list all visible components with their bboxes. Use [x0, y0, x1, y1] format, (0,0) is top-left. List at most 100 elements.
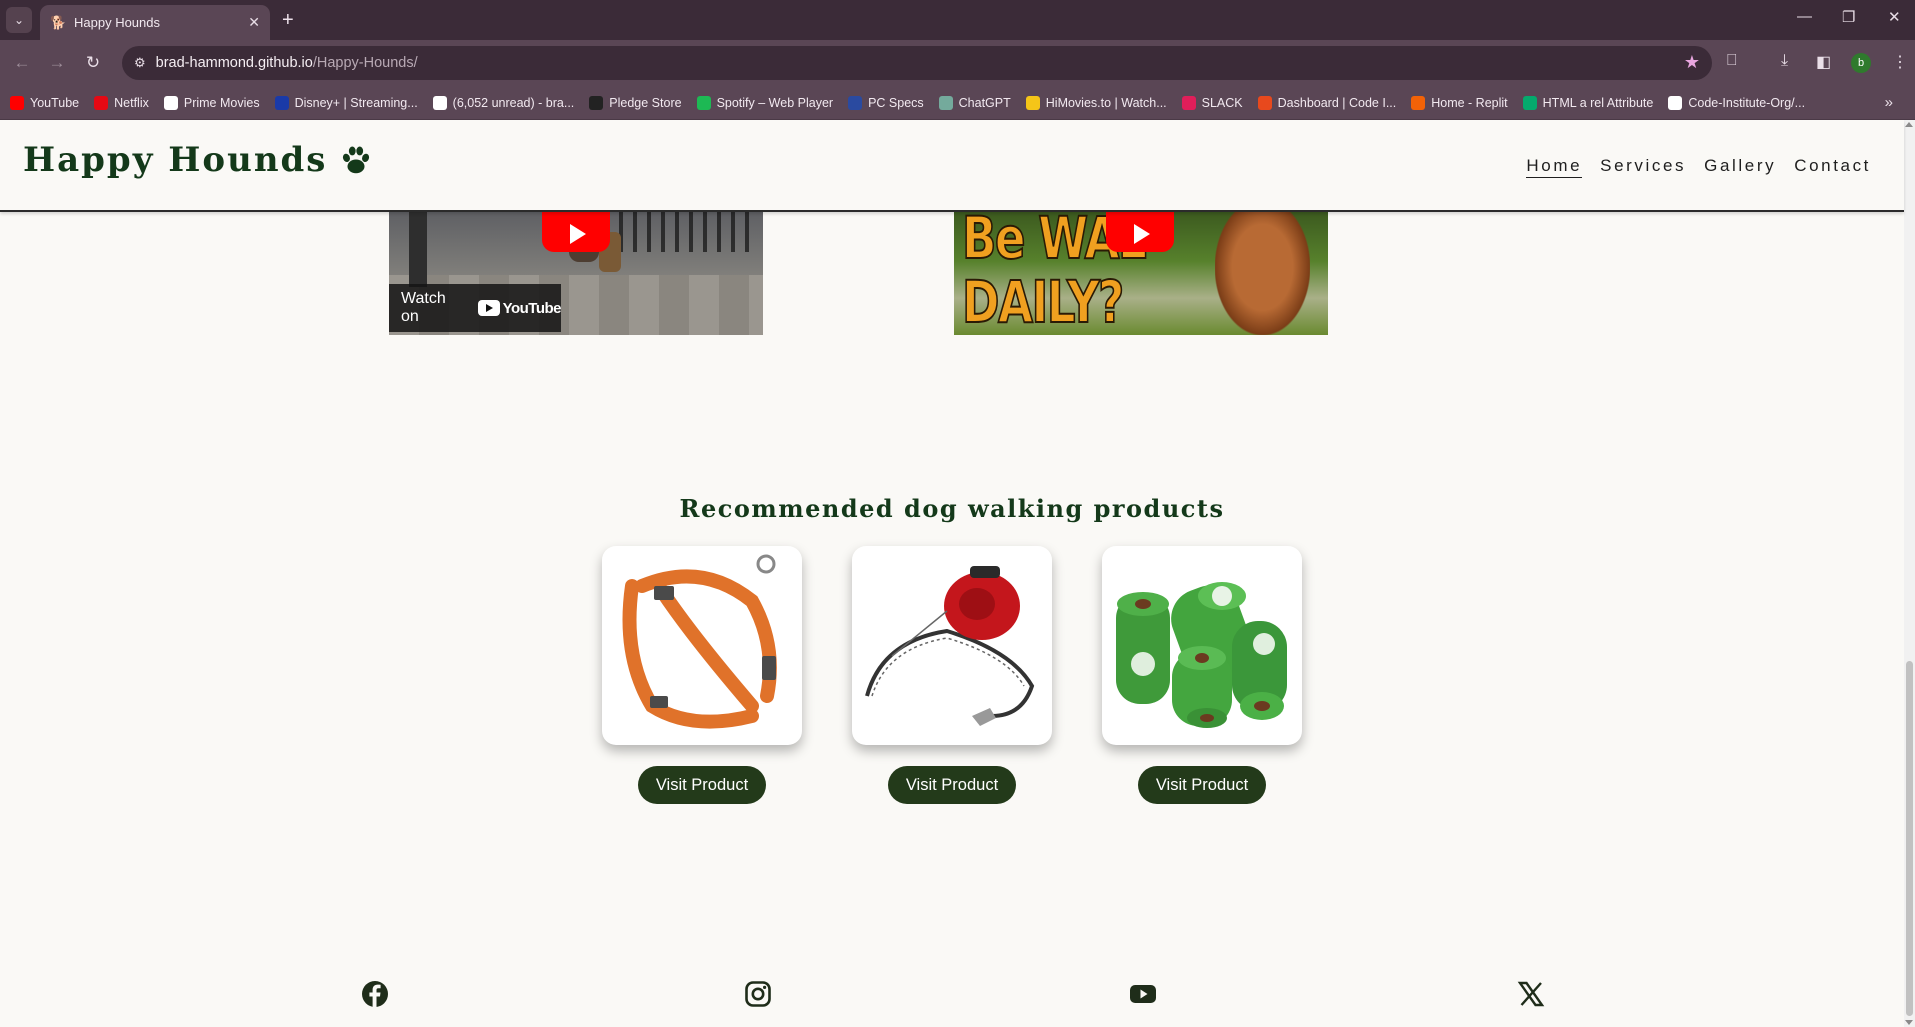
bookmark-favicon-icon — [1257, 95, 1272, 110]
retractable-lead-image — [852, 546, 1052, 745]
products-heading: Recommended dog walking products — [679, 494, 1225, 523]
facebook-icon[interactable] — [361, 980, 389, 1008]
url-host: brad-hammond.github.io — [155, 55, 313, 71]
bookmark-favicon-icon — [10, 95, 24, 110]
bookmark-label: SLACK — [1201, 95, 1243, 110]
bookmark-item[interactable]: Netflix — [94, 95, 149, 110]
bookmark-favicon-icon — [432, 95, 447, 110]
nav-contact[interactable]: Contact — [1794, 156, 1871, 178]
bookmark-item[interactable]: Pledge Store — [589, 95, 682, 110]
bookmark-favicon-icon — [1411, 95, 1426, 110]
bookmark-label: HTML a rel Attribute — [1542, 95, 1654, 110]
bookmark-favicon-icon — [274, 95, 289, 110]
new-tab-plus-icon[interactable]: + — [282, 8, 294, 32]
side-panel-icon[interactable]: ◧ — [1816, 52, 1831, 72]
watch-on-label: Watch on — [401, 290, 446, 325]
visit-product-button[interactable]: Visit Product — [638, 766, 766, 804]
browser-menu-icon[interactable]: ⋮ — [1892, 52, 1908, 72]
play-button-icon[interactable] — [1106, 212, 1174, 252]
scroll-up-icon[interactable] — [1905, 122, 1913, 127]
page-scrollbar[interactable] — [1904, 120, 1915, 1027]
back-arrow-icon[interactable]: ← — [10, 51, 34, 75]
product-card-harness: Visit Product — [602, 546, 802, 804]
bookmark-item[interactable]: ChatGPT — [938, 95, 1011, 110]
bookmark-favicon-icon — [94, 95, 109, 110]
bookmark-label: Netflix — [114, 95, 149, 110]
bookmarks-overflow-icon[interactable]: » — [1885, 94, 1893, 111]
bookmark-favicon-icon — [848, 95, 863, 110]
profile-avatar[interactable]: b — [1851, 53, 1871, 73]
tab-title: Happy Hounds — [74, 15, 160, 30]
nav-gallery[interactable]: Gallery — [1704, 156, 1776, 178]
extensions-puzzle-icon[interactable]: ⎕ — [1727, 52, 1737, 70]
reload-icon[interactable]: ↻ — [81, 51, 105, 75]
bookmark-label: Home - Replit — [1431, 95, 1508, 110]
minimize-icon[interactable]: — — [1797, 8, 1812, 25]
scrollbar-thumb[interactable] — [1906, 661, 1913, 1016]
bookmark-label: Dashboard | Code I... — [1277, 95, 1397, 110]
bookmark-label: ChatGPT — [958, 95, 1011, 110]
url-path: /Happy-Hounds/ — [312, 55, 418, 71]
visit-product-button[interactable]: Visit Product — [1138, 766, 1266, 804]
visit-product-button[interactable]: Visit Product — [888, 766, 1016, 804]
browser-tab[interactable]: 🐕 Happy Hounds ✕ — [40, 5, 270, 40]
site-logo[interactable]: Happy Hounds — [23, 140, 373, 180]
bookmark-label: (6,052 unread) - bra... — [452, 95, 575, 110]
youtube-icon[interactable] — [1129, 980, 1157, 1008]
x-icon[interactable] — [1517, 980, 1545, 1008]
downloads-icon[interactable]: ⤓ — [1781, 52, 1788, 70]
bookmark-item[interactable]: HTML a rel Attribute — [1522, 95, 1654, 110]
bookmark-star-icon[interactable]: ★ — [1684, 52, 1700, 73]
youtube-embed-walk-daily[interactable]: Be WAL DAILY? — [954, 212, 1328, 335]
bookmark-favicon-icon — [1668, 95, 1683, 110]
bookmark-item[interactable]: PC Specs — [848, 95, 924, 110]
bookmark-label: Code-Institute-Org/... — [1688, 95, 1806, 110]
harness-image — [602, 546, 802, 745]
forward-arrow-icon[interactable]: → — [45, 51, 69, 75]
instagram-icon[interactable] — [744, 980, 772, 1008]
scroll-down-icon[interactable] — [1905, 1020, 1913, 1025]
window-close-icon[interactable]: ✕ — [1888, 8, 1901, 26]
paw-icon — [343, 146, 370, 174]
bookmark-label: Spotify – Web Player — [716, 95, 834, 110]
bookmark-favicon-icon — [938, 95, 953, 110]
nav-home[interactable]: Home — [1526, 156, 1583, 178]
bookmark-label: Pledge Store — [609, 95, 682, 110]
brand-name: Happy Hounds — [23, 140, 328, 180]
site-info-icon[interactable]: ⚙ — [134, 55, 146, 71]
tab-search-chevron-icon[interactable]: ⌄ — [6, 7, 32, 33]
bookmark-item[interactable]: YouTube — [10, 95, 80, 110]
bookmark-item[interactable]: Code-Institute-Org/... — [1668, 95, 1806, 110]
bookmark-favicon-icon — [1522, 95, 1537, 110]
bookmark-favicon-icon — [696, 95, 711, 110]
bookmark-favicon-icon — [1025, 95, 1040, 110]
bookmark-favicon-icon — [589, 95, 604, 110]
bookmark-label: PC Specs — [868, 95, 924, 110]
bookmark-item[interactable]: HiMovies.to | Watch... — [1025, 95, 1167, 110]
bookmark-item[interactable]: Spotify – Web Player — [696, 95, 834, 110]
youtube-embed-dog-walk[interactable]: Watch on YouTube — [389, 212, 763, 335]
bookmark-label: HiMovies.to | Watch... — [1045, 95, 1167, 110]
nav-services[interactable]: Services — [1600, 156, 1686, 178]
play-button-icon[interactable] — [542, 212, 610, 252]
bookmark-item[interactable]: (6,052 unread) - bra... — [432, 95, 575, 110]
bookmarks-bar: YouTube Netflix Prime Movies Disney+ | Stre… — [0, 86, 1915, 120]
dog-with-leash-image — [1215, 212, 1310, 335]
bookmark-item[interactable]: Prime Movies — [163, 95, 260, 110]
bookmark-item[interactable]: SLACK — [1181, 95, 1243, 110]
main-nav: Home Services Gallery Contact — [1526, 156, 1871, 178]
bookmark-label: Prime Movies — [183, 95, 260, 110]
browser-tab-bar: ⌄ 🐕 Happy Hounds ✕ + — ❐ ✕ — [0, 0, 1915, 40]
tab-close-icon[interactable]: ✕ — [248, 14, 260, 31]
bookmark-item[interactable]: Dashboard | Code I... — [1257, 95, 1397, 110]
dog-favicon-icon: 🐕 — [50, 14, 67, 30]
bookmark-label: YouTube — [30, 95, 80, 110]
bookmark-label: Disney+ | Streaming... — [294, 95, 418, 110]
product-card-lead: Visit Product — [852, 546, 1052, 804]
bookmark-item[interactable]: Disney+ | Streaming... — [274, 95, 418, 110]
address-bar[interactable]: ⚙ brad-hammond.github.io/Happy-Hounds/ ★ — [122, 46, 1712, 80]
bookmark-item[interactable]: Home - Replit — [1411, 95, 1508, 110]
restore-icon[interactable]: ❐ — [1842, 8, 1855, 26]
browser-toolbar: ← → ↻ ⚙ brad-hammond.github.io/Happy-Hou… — [0, 40, 1915, 86]
watch-on-youtube-button[interactable]: Watch on YouTube — [389, 284, 562, 332]
